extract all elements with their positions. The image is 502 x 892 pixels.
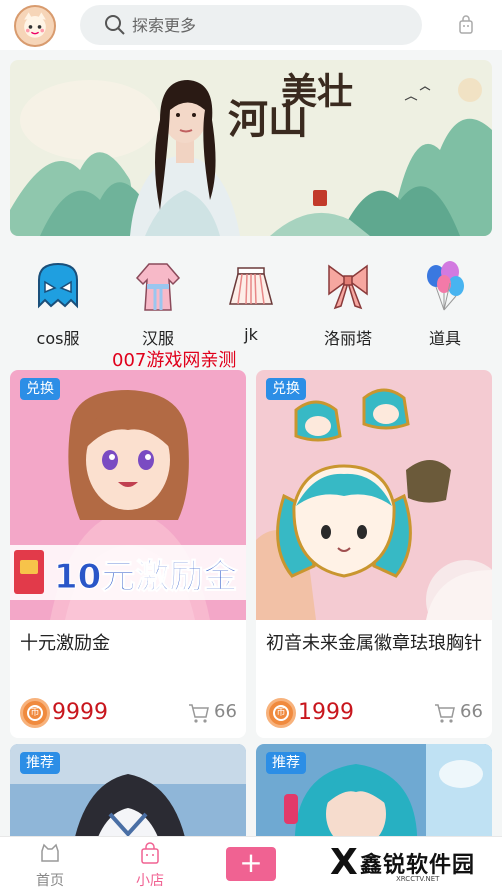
top-header xyxy=(0,0,502,50)
brand-url: XRCCTV.NET xyxy=(396,875,440,883)
category-label: jk xyxy=(244,325,258,344)
cart-icon[interactable] xyxy=(188,702,210,724)
watermark-text: 007游戏网亲测 xyxy=(112,350,237,371)
cart-icon[interactable] xyxy=(434,702,456,724)
bow-icon xyxy=(328,264,368,310)
category-jk[interactable]: jk xyxy=(203,250,299,350)
bag-icon[interactable] xyxy=(458,15,474,35)
recommend-tag: 推荐 xyxy=(266,752,306,774)
tab-shop[interactable]: 小店 xyxy=(120,841,180,889)
product-name: 十元激励金 xyxy=(20,633,110,654)
brand-x-logo: X xyxy=(330,842,358,883)
publish-button[interactable]: + xyxy=(226,847,276,881)
product-price: 1999 xyxy=(298,700,354,725)
recommend-tag: 推荐 xyxy=(20,752,60,774)
product-price: 9999 xyxy=(52,700,108,725)
tab-home-label: 首页 xyxy=(36,873,64,889)
image-caption-text: 10元激励金 xyxy=(54,557,238,597)
product-image: 兑换 xyxy=(256,370,492,620)
product-card[interactable]: 10元激励金 兑换 十元激励金 币 9999 66 xyxy=(10,370,246,738)
cart-count: 66 xyxy=(214,701,237,722)
cart-count: 66 xyxy=(460,701,483,722)
search-icon xyxy=(105,15,125,35)
promo-banner[interactable]: 山河 壮美 xyxy=(10,60,492,236)
category-cos[interactable]: cos服 xyxy=(10,250,106,350)
balloons-icon xyxy=(427,261,464,311)
product-name: 初音未来金属徽章珐琅胸针 xyxy=(266,633,482,654)
category-label: 道具 xyxy=(428,329,461,348)
bottom-tab-bar: 首页 小店 + X 鑫锐软件园 XRCCTV.NET xyxy=(0,836,502,892)
price-row: 币 1999 66 xyxy=(266,698,483,728)
category-props[interactable]: 道具 xyxy=(397,250,493,350)
category-label: cos服 xyxy=(36,329,80,348)
tab-home[interactable]: 首页 xyxy=(20,841,80,889)
ghost-mask-icon xyxy=(38,262,78,309)
exchange-tag: 兑换 xyxy=(266,378,306,400)
product-image: 10元激励金 兑换 xyxy=(10,370,246,620)
avatar[interactable] xyxy=(14,5,56,47)
search-bar[interactable] xyxy=(80,5,422,45)
banner-title-right: 壮美 xyxy=(275,72,353,110)
shop-bag-icon xyxy=(141,842,159,864)
hanfu-dress-icon xyxy=(135,263,181,311)
category-row: cos服 汉服 jk 洛丽塔 道具 xyxy=(0,250,502,350)
exchange-tag: 兑换 xyxy=(20,378,60,400)
category-label: 洛丽塔 xyxy=(323,329,372,348)
search-input[interactable] xyxy=(132,15,382,35)
price-row: 币 9999 66 xyxy=(20,698,237,728)
pleated-skirt-icon xyxy=(229,267,273,305)
category-hanfu[interactable]: 汉服 xyxy=(110,250,206,350)
category-lolita[interactable]: 洛丽塔 xyxy=(300,250,396,350)
home-icon xyxy=(41,843,59,862)
brand-watermark: X 鑫锐软件园 XRCCTV.NET xyxy=(330,843,490,887)
coin-icon: 币 xyxy=(20,698,50,728)
tab-shop-label: 小店 xyxy=(136,873,164,889)
coin-icon: 币 xyxy=(266,698,296,728)
product-card[interactable]: 兑换 初音未来金属徽章珐琅胸针 币 1999 66 xyxy=(256,370,492,738)
